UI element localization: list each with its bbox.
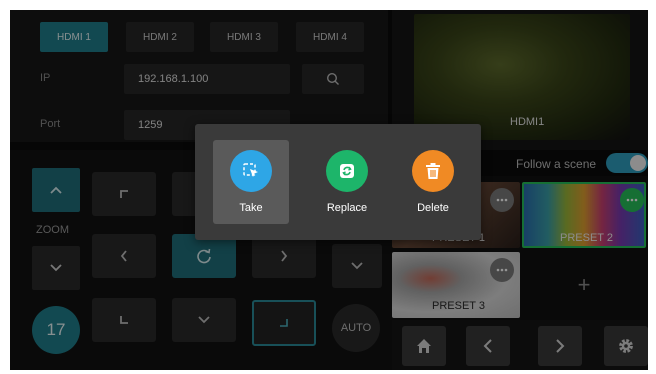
take-icon-circle — [230, 150, 272, 192]
replace-icon — [338, 162, 356, 180]
take-action[interactable]: Take — [213, 140, 289, 224]
preset-action-popup: Take Replace Delete — [195, 124, 481, 240]
delete-icon-circle — [412, 150, 454, 192]
take-label: Take — [239, 202, 263, 214]
replace-action[interactable]: Replace — [309, 140, 385, 224]
cursor-select-icon — [242, 162, 260, 180]
trash-icon — [425, 162, 441, 180]
app-window: HDMI 1 HDMI 2 HDMI 3 HDMI 4 IP 192.168.1… — [10, 10, 648, 370]
delete-label: Delete — [417, 202, 449, 214]
replace-icon-circle — [326, 150, 368, 192]
replace-label: Replace — [326, 202, 368, 214]
delete-action[interactable]: Delete — [395, 140, 471, 224]
